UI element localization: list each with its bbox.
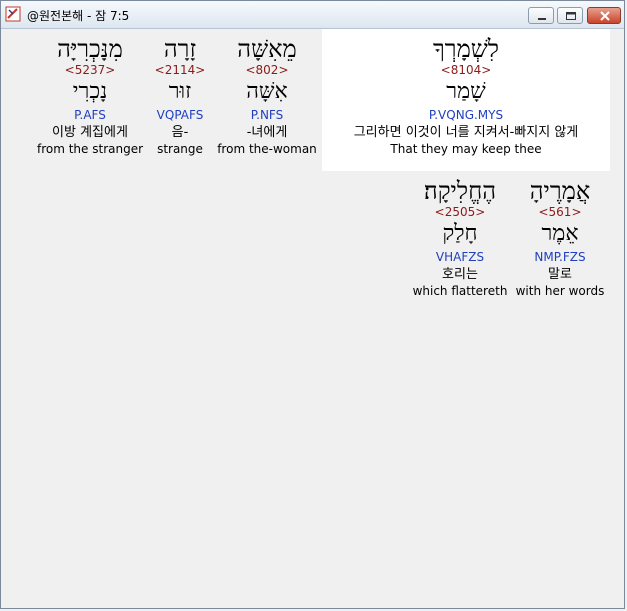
strong-number[interactable]: <561> <box>510 205 610 219</box>
app-icon <box>5 6 21 22</box>
lemma-word: נָכְרִי <box>72 79 108 104</box>
maximize-button[interactable] <box>557 7 583 24</box>
english-gloss: strange <box>157 142 203 156</box>
hebrew-word: זָרָה <box>163 35 197 63</box>
lemma-word: שָׁמַר <box>446 79 486 104</box>
word-block[interactable]: לִשְׁמָרְךָ <8104> שָׁמַר P.VQNG.MYS 그리하… <box>322 35 610 157</box>
close-button[interactable] <box>587 7 621 24</box>
strong-number[interactable]: <802> <box>217 63 317 77</box>
korean-gloss: -녀에게 <box>246 125 288 140</box>
korean-gloss: 그리하면 이것이 너를 지켜서-빠지지 않게 <box>353 125 579 140</box>
korean-gloss: 호리는 <box>442 267 478 282</box>
english-gloss: from the stranger <box>36 142 144 156</box>
word-block[interactable]: אֲמָרֶיהָ <561> אֵמֶר NMP.FZS 말로 with he… <box>510 177 610 299</box>
strong-number[interactable]: <2505> <box>410 205 510 219</box>
word-block[interactable]: מִנָּכְרִיָּה <5237> נָכְרִי P.AFS 이방 계집… <box>35 35 145 157</box>
word-block[interactable]: זָרָה <2114> זוּר VQPAFS 음- strange <box>145 35 215 157</box>
english-gloss: That they may keep thee <box>390 142 542 156</box>
word-block[interactable]: הֶחֱלִיקָה׃ <2505> חָלַק VHAFZS 호리는 whic… <box>410 177 510 299</box>
window-title: @원전본해 - 잠 7:5 <box>27 9 130 23</box>
morphology-code: VHAFZS <box>435 250 485 264</box>
morphology-code: P.VQNG.MYS <box>428 108 504 122</box>
interlinear-panel: לִשְׁמָרְךָ <8104> שָׁמַר P.VQNG.MYS 그리하… <box>5 29 620 606</box>
word-block[interactable]: מֵאִשָּׁה <802> אִשָּׁה P.NFS -녀에게 from … <box>217 35 317 157</box>
main-window: @원전본해 - 잠 7:5 לִשְׁמָרְךָ <8104> שָׁמַר … <box>0 0 625 609</box>
english-gloss: which flattereth <box>412 284 508 298</box>
close-icon <box>588 8 620 23</box>
korean-gloss: 음- <box>171 125 189 140</box>
hebrew-word: מִנָּכְרִיָּה <box>57 35 123 63</box>
english-gloss: from the-woman <box>217 142 317 156</box>
lemma-word: זוּר <box>168 79 192 104</box>
morphology-code: NMP.FZS <box>534 250 586 264</box>
strong-number[interactable]: <8104> <box>322 63 610 77</box>
strong-number[interactable]: <5237> <box>35 63 145 77</box>
maximize-icon <box>558 8 582 23</box>
lemma-word: אֵמֶר <box>541 221 579 246</box>
strong-number[interactable]: <2114> <box>145 63 215 77</box>
hebrew-word: הֶחֱלִיקָה׃ <box>423 177 497 205</box>
title-bar[interactable]: @원전본해 - 잠 7:5 <box>1 1 624 29</box>
korean-gloss: 말로 <box>548 267 572 282</box>
minimize-icon <box>529 8 553 23</box>
lemma-word: אִשָּׁה <box>246 79 288 104</box>
morphology-code: P.AFS <box>74 108 106 122</box>
morphology-code: VQPAFS <box>156 108 204 122</box>
hebrew-word: מֵאִשָּׁה <box>237 35 297 63</box>
hebrew-word: לִשְׁמָרְךָ <box>432 35 500 63</box>
korean-gloss: 이방 계집에게 <box>52 125 128 140</box>
morphology-code: P.NFS <box>250 108 284 122</box>
english-gloss: with her words <box>515 284 605 298</box>
lemma-word: חָלַק <box>442 221 478 246</box>
minimize-button[interactable] <box>528 7 554 24</box>
hebrew-word: אֲמָרֶיהָ <box>529 177 591 205</box>
